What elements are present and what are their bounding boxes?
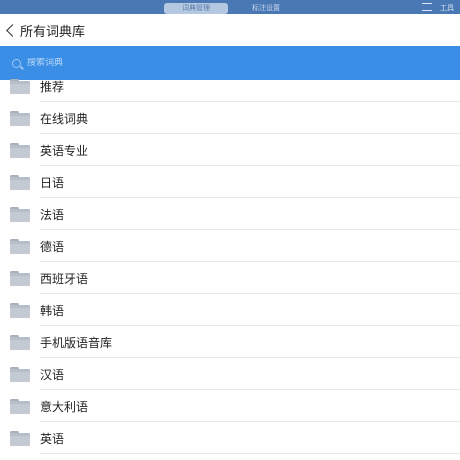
list-item-english-professional[interactable]: 英语专业 <box>0 134 460 166</box>
list-item-label: 推荐 <box>40 79 65 94</box>
list-item-label: 英语专业 <box>40 143 89 158</box>
folder-icon <box>10 302 30 318</box>
chevron-left-icon <box>6 23 19 37</box>
search-input[interactable] <box>27 58 407 68</box>
list-item-french[interactable]: 法语 <box>0 198 460 230</box>
list-item-label: 韩语 <box>40 303 65 318</box>
segment-annotation-settings[interactable]: 标注设置 <box>236 3 296 14</box>
list-item-online-dictionary[interactable]: 在线词典 <box>0 102 460 134</box>
dictionary-library-screen: 词典管理 标注设置 工具 所有词典库 推荐 在线词典 英语专业 <box>0 0 460 460</box>
list-item-recommended[interactable]: 推荐 <box>0 70 460 102</box>
list-item-label: 在线词典 <box>40 111 89 126</box>
folder-icon <box>10 270 30 286</box>
list-item-label: 日语 <box>40 175 65 190</box>
dictionary-folder-list: 推荐 在线词典 英语专业 日语 法语 德语 西班牙语 韩语 手机版语音库 汉语 … <box>0 70 460 454</box>
list-item-italian[interactable]: 意大利语 <box>0 390 460 422</box>
tools-label[interactable]: 工具 <box>440 3 454 13</box>
list-item-german[interactable]: 德语 <box>0 230 460 262</box>
list-item-korean[interactable]: 韩语 <box>0 294 460 326</box>
folder-icon <box>10 334 30 350</box>
list-item-mobile-voice-library[interactable]: 手机版语音库 <box>0 326 460 358</box>
list-item-spanish[interactable]: 西班牙语 <box>0 262 460 294</box>
folder-icon <box>10 398 30 414</box>
list-item-label: 西班牙语 <box>40 271 89 286</box>
folder-icon <box>10 110 30 126</box>
menu-icon[interactable] <box>422 3 432 11</box>
list-item-english[interactable]: 英语 <box>0 422 460 454</box>
list-item-japanese[interactable]: 日语 <box>0 166 460 198</box>
search-icon <box>12 58 21 68</box>
back-button-label: 所有词典库 <box>20 24 86 40</box>
list-item-label: 意大利语 <box>40 399 89 414</box>
back-button[interactable]: 所有词典库 <box>4 20 85 40</box>
folder-icon <box>10 430 30 446</box>
folder-icon <box>10 174 30 190</box>
underlying-app-toolbar: 词典管理 标注设置 工具 <box>0 0 460 14</box>
list-item-chinese[interactable]: 汉语 <box>0 358 460 390</box>
list-item-label: 德语 <box>40 239 65 254</box>
folder-icon <box>10 366 30 382</box>
list-item-label: 法语 <box>40 207 65 222</box>
list-item-label: 英语 <box>40 431 65 446</box>
folder-icon <box>10 238 30 254</box>
navigation-bar: 所有词典库 <box>0 14 460 46</box>
folder-icon <box>10 142 30 158</box>
list-item-label: 汉语 <box>40 367 65 382</box>
list-item-label: 手机版语音库 <box>40 335 113 350</box>
folder-icon <box>10 206 30 222</box>
segment-dictionary-manage[interactable]: 词典管理 <box>164 3 228 14</box>
folder-icon <box>10 78 30 94</box>
